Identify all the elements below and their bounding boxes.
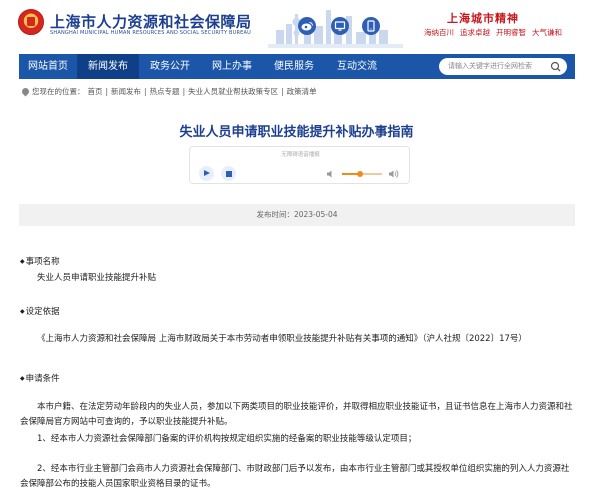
breadcrumb-separator: | bbox=[105, 87, 109, 96]
national-emblem-logo[interactable] bbox=[18, 9, 44, 35]
publish-date: 发布时间：2023-05-04 bbox=[19, 204, 575, 226]
section-heading-basis: 设定依据 bbox=[20, 305, 60, 317]
site-title[interactable]: 上海市人力资源和社会保障局 bbox=[50, 11, 252, 32]
play-button[interactable] bbox=[199, 166, 214, 181]
location-pin-icon bbox=[20, 86, 31, 97]
city-spirit-words: 海纳百川 追求卓越 开明睿智 大气谦和 bbox=[424, 27, 568, 38]
spirit-word: 开明睿智 bbox=[496, 28, 526, 37]
spirit-word: 大气谦和 bbox=[532, 28, 562, 37]
spirit-word: 追求卓越 bbox=[460, 28, 490, 37]
breadcrumb-item[interactable]: 首页 bbox=[88, 87, 103, 96]
breadcrumb-item[interactable]: 新闻发布 bbox=[111, 87, 141, 96]
audio-player: 无障碍语音播报 bbox=[189, 146, 410, 184]
breadcrumb-separator: | bbox=[281, 87, 284, 96]
breadcrumb-item[interactable]: 热点专题 bbox=[150, 87, 180, 96]
nav-item-gov-affairs[interactable]: 政务公开 bbox=[139, 54, 201, 79]
site-subtitle: SHANGHAI MUNICIPAL HUMAN RESOURCES AND S… bbox=[50, 30, 251, 36]
section-body-item-name: 失业人员申请职业技能提升补贴 bbox=[37, 273, 157, 283]
condition-item-2: 2、经本市行业主管部门会商市人力资源社会保障部门、市财政部门后予以发布，由本市行… bbox=[20, 464, 570, 489]
volume-high-icon[interactable] bbox=[388, 169, 400, 179]
city-spirit-title: 上海城市精神 bbox=[447, 12, 519, 25]
section-heading-conditions: 申请条件 bbox=[20, 372, 60, 384]
mobile-icon[interactable] bbox=[362, 17, 380, 35]
volume-low-icon[interactable] bbox=[326, 169, 336, 179]
site-header: 上海市人力资源和社会保障局 SHANGHAI MUNICIPAL HUMAN R… bbox=[0, 0, 593, 50]
breadcrumb-item[interactable]: 失业人员就业帮扶政策专区 bbox=[188, 87, 278, 96]
nav-item-news[interactable]: 新闻发布 bbox=[77, 54, 139, 79]
breadcrumb: 您现在的位置： 首页 | 新闻发布 | 热点专题 | 失业人员就业帮扶政策专区 | 政策清单 bbox=[20, 86, 320, 97]
search-icon bbox=[550, 61, 561, 72]
stop-button[interactable] bbox=[221, 166, 236, 181]
volume-slider[interactable] bbox=[342, 171, 382, 177]
breadcrumb-separator: | bbox=[144, 87, 147, 96]
volume-knob[interactable] bbox=[357, 171, 363, 177]
condition-item-1: 1、经本市人力资源社会保障部门备案的评价机构按规定组织实施的经备案的职业技能等级… bbox=[37, 434, 417, 444]
nav-item-public-services[interactable]: 便民服务 bbox=[263, 54, 325, 79]
audio-player-label: 无障碍语音播报 bbox=[281, 152, 320, 158]
main-nav: 网站首页 新闻发布 政务公开 网上办事 便民服务 互动交流 请输入关键字进行全网… bbox=[19, 54, 575, 79]
nav-item-interaction[interactable]: 互动交流 bbox=[325, 54, 389, 79]
breadcrumb-separator: | bbox=[182, 87, 186, 96]
section-body-basis: 《上海市人力资源和社会保障局 上海市财政局关于本市劳动者申领职业技能提升补贴有关… bbox=[37, 334, 527, 344]
computer-icon[interactable] bbox=[331, 17, 349, 35]
search-input[interactable]: 请输入关键字进行全网检索 bbox=[439, 58, 545, 75]
nav-item-home[interactable]: 网站首页 bbox=[19, 54, 77, 79]
section-heading-item-name: 事项名称 bbox=[20, 255, 60, 267]
breadcrumb-item[interactable]: 政策清单 bbox=[287, 87, 317, 96]
search-button[interactable] bbox=[545, 58, 567, 75]
nav-item-online-services[interactable]: 网上办事 bbox=[201, 54, 263, 79]
breadcrumb-label: 您现在的位置： bbox=[32, 87, 85, 96]
article-title: 失业人员申请职业技能提升补贴办事指南 bbox=[179, 125, 414, 140]
spirit-word: 海纳百川 bbox=[424, 28, 454, 37]
condition-paragraph: 本市户籍、在法定劳动年龄段内的失业人员，参加以下两类项目的职业技能评价，并取得相… bbox=[20, 402, 573, 427]
weibo-icon[interactable] bbox=[298, 17, 316, 35]
